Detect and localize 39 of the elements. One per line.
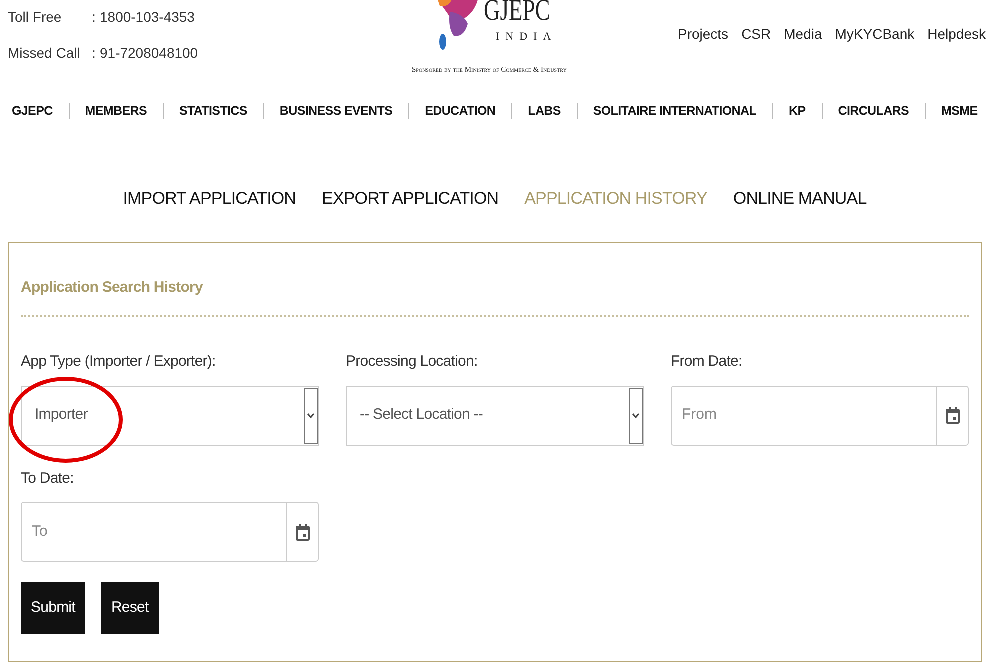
tab[interactable]: ONLINE MANUAL [733, 186, 867, 212]
tab[interactable]: IMPORT APPLICATION [123, 186, 296, 212]
nav-link[interactable]: KP [789, 102, 806, 120]
panel-title: Application Search History [21, 278, 204, 298]
nav-link[interactable]: STATISTICS [179, 102, 248, 120]
caret-icon [307, 412, 315, 418]
contact-label: Missed Call [8, 44, 82, 62]
nav-link[interactable]: MEMBERS [85, 102, 148, 120]
tab[interactable]: EXPORT APPLICATION [322, 186, 499, 212]
select-field[interactable]: Importer [21, 386, 319, 446]
nav-link[interactable]: SOLITAIRE INTERNATIONAL [593, 102, 757, 120]
contact-label: Toll Free [8, 8, 63, 26]
colon-text: : [91, 44, 97, 62]
caret-icon [632, 412, 640, 418]
nav-link[interactable]: GJEPC [12, 102, 53, 120]
field-label: From Date: [671, 352, 744, 372]
phone-number: 91-7208048100 [100, 44, 198, 62]
colon-text: : [91, 8, 97, 26]
calendar-icon[interactable] [946, 407, 960, 424]
nav-link[interactable]: MSME [942, 102, 978, 120]
top-link[interactable]: Projects [678, 24, 729, 45]
nav-link[interactable]: BUSINESS EVENTS [280, 102, 393, 120]
form-button[interactable]: Reset [101, 582, 159, 634]
logo-subtitle: INDIA [496, 30, 558, 45]
top-link[interactable]: MyKYCBank [835, 24, 915, 45]
phone-number: 1800-103-4353 [100, 8, 195, 26]
logo-text: GJEPC [484, 0, 550, 26]
form-button[interactable]: Submit [21, 582, 86, 634]
nav-link[interactable]: LABS [528, 102, 561, 120]
top-link[interactable]: CSR [742, 24, 772, 45]
field-label: To Date: [21, 468, 75, 488]
field-label: App Type (Importer / Exporter): [21, 352, 217, 372]
top-link[interactable]: Helpdesk [928, 24, 986, 45]
calendar-icon[interactable] [296, 524, 310, 540]
nav-link[interactable]: CIRCULARS [838, 102, 910, 120]
nav-link[interactable]: EDUCATION [425, 102, 496, 120]
select-field[interactable]: -- Select Location -- [346, 386, 644, 446]
top-link[interactable]: Media [784, 24, 822, 45]
field-label: Processing Location: [346, 352, 479, 372]
